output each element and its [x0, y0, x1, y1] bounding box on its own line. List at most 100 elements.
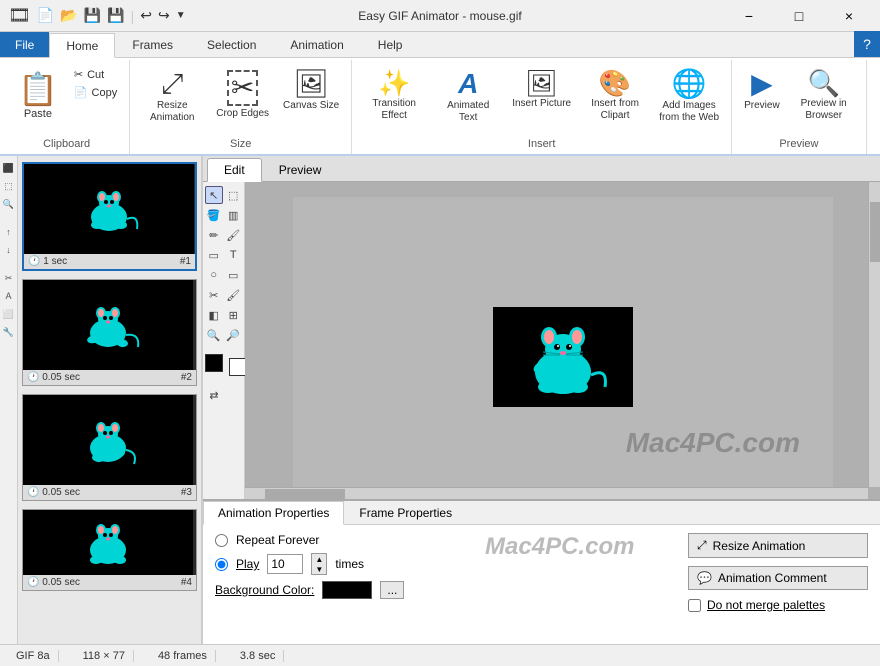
swap-colors-btn[interactable]: ⇄ [205, 386, 223, 404]
status-format: GIF 8a [8, 650, 59, 662]
pattern-tool[interactable]: ⊞ [225, 306, 243, 324]
canvas-viewport[interactable]: Mac4PC.com [245, 182, 880, 499]
tab-frame-props[interactable]: Frame Properties [344, 501, 467, 524]
resize-animation-label: Resize Animation [142, 100, 202, 124]
tab-selection[interactable]: Selection [190, 32, 273, 57]
redo-icon[interactable]: ↪ [158, 7, 170, 24]
resize-animation-button[interactable]: ⤢ Resize Animation [136, 66, 208, 128]
resize-animation-icon: ⤢ [161, 70, 183, 98]
transition-label: Transition Effect [364, 98, 424, 122]
eraser-tool[interactable]: ▭ [225, 266, 243, 284]
transition-icon: ✨ [378, 70, 410, 96]
prop-right: ⤢ Resize Animation 💬 Animation Comment D… [688, 533, 868, 612]
toolbar-icon-6[interactable]: ⬜ [1, 306, 17, 322]
help-icon[interactable]: ? [854, 31, 880, 57]
horizontal-scrollbar[interactable] [245, 487, 868, 499]
frame-2-footer: 🕐 0.05 sec #2 [23, 370, 196, 385]
save2-icon[interactable]: 💾 [107, 7, 124, 24]
open-icon[interactable]: 📂 [60, 7, 77, 24]
do-not-merge-row: Do not merge palettes [688, 598, 868, 612]
toolbar-down-icon[interactable]: ↓ [1, 242, 17, 258]
save-icon[interactable]: 💾 [84, 7, 101, 24]
brush-tool[interactable]: 🖌 [225, 226, 243, 244]
frame-item-4[interactable]: 🕐 0.05 sec #4 [22, 509, 197, 591]
ellipse-tool[interactable]: ○ [205, 266, 223, 284]
stamp-tool[interactable]: ◧ [205, 306, 223, 324]
tab-frames[interactable]: Frames [115, 32, 190, 57]
swap-colors[interactable]: ⇄ [205, 386, 242, 404]
tab-animation[interactable]: Animation [273, 32, 360, 57]
canvas-with-tools: ↖ ⬚ 🪣 ▥ ✏ 🖌 ▭ T ○ ▭ [203, 182, 880, 499]
tab-animation-props[interactable]: Animation Properties [203, 501, 344, 525]
foreground-color[interactable] [205, 354, 223, 372]
toolbar-icon-4[interactable]: ✂ [1, 270, 17, 286]
close-button[interactable]: × [826, 0, 872, 32]
animation-comment-icon: 💬 [697, 571, 712, 585]
cut-label: Cut [87, 69, 104, 81]
color-tools [205, 354, 242, 372]
spinner-up[interactable]: ▲ [312, 554, 326, 564]
frame-canvas-3 [23, 395, 193, 485]
undo-icon[interactable]: ↩ [140, 7, 152, 24]
background-color[interactable] [229, 358, 247, 376]
video-buttons: 🎬 Create from Video [873, 62, 880, 135]
fill-tool[interactable]: 🪣 [205, 206, 223, 224]
text-tool[interactable]: T [225, 246, 243, 264]
toolbar-up-icon[interactable]: ↑ [1, 224, 17, 240]
add-images-web-button[interactable]: 🌐 Add Images from the Web [653, 66, 725, 128]
spinner-down[interactable]: ▼ [312, 564, 326, 574]
resize-animation-prop-button[interactable]: ⤢ Resize Animation [688, 533, 868, 558]
app-icon: 🎞 [8, 5, 31, 26]
zoom-in-tool[interactable]: 🔍 [205, 326, 223, 344]
ribbon-video-section: 🎬 Create from Video Video [867, 60, 880, 154]
frame-item-1[interactable]: 🕐 1 sec #1 [22, 162, 197, 271]
tab-file[interactable]: File [0, 32, 49, 57]
pencil-tool[interactable]: ✏ [205, 226, 223, 244]
new-icon[interactable]: 📄 [37, 7, 54, 24]
dropdown-icon[interactable]: ▼ [176, 10, 186, 21]
frame-item-3[interactable]: 🕐 0.05 sec #3 [22, 394, 197, 501]
insert-buttons: ✨ Transition Effect A Animated Text 🖼 In… [358, 62, 725, 135]
animation-comment-button[interactable]: 💬 Animation Comment [688, 566, 868, 590]
create-video-button[interactable]: 🎬 Create from Video [873, 66, 880, 126]
toolbar-icon-7[interactable]: 🔧 [1, 324, 17, 340]
vertical-scrollbar[interactable] [868, 182, 880, 487]
do-not-merge-checkbox[interactable] [688, 599, 701, 612]
frame-1-time: 🕐 1 sec [28, 256, 67, 267]
bg-color-swatch[interactable] [322, 581, 372, 599]
cut-button[interactable]: ✂ Cut [68, 66, 123, 83]
canvas-size-button[interactable]: 🖼 Canvas Size [277, 66, 345, 116]
marquee-tool[interactable]: ⬚ [225, 186, 243, 204]
transition-button[interactable]: ✨ Transition Effect [358, 66, 430, 126]
animated-text-button[interactable]: A Animated Text [432, 66, 504, 128]
color-pick-tool[interactable]: ▥ [225, 206, 243, 224]
preview-button[interactable]: ▶ Preview [738, 66, 786, 116]
minimize-button[interactable]: − [726, 0, 772, 32]
tab-help[interactable]: Help [361, 32, 420, 57]
select-tool[interactable]: ↖ [205, 186, 223, 204]
recolor-tool[interactable]: 🖌 [225, 286, 243, 304]
repeat-forever-radio[interactable] [215, 534, 228, 547]
tab-preview[interactable]: Preview [262, 158, 339, 181]
paste-icon: 📋 [18, 70, 58, 108]
preview-browser-button[interactable]: 🔍 Preview in Browser [788, 66, 860, 126]
clone-tool[interactable]: ✂ [205, 286, 223, 304]
toolbar-icon-2[interactable]: ⬚ [1, 178, 17, 194]
tab-home[interactable]: Home [49, 33, 115, 58]
copy-button[interactable]: 📄 Copy [68, 84, 123, 101]
play-radio[interactable] [215, 558, 228, 571]
play-times-input[interactable] [267, 554, 303, 574]
insert-clipart-button[interactable]: 🎨 Insert from Clipart [579, 66, 651, 126]
zoom-out-tool[interactable]: 🔎 [225, 326, 243, 344]
tab-edit[interactable]: Edit [207, 158, 262, 182]
bg-color-more-btn[interactable]: ... [380, 581, 404, 599]
toolbar-icon-5[interactable]: A [1, 288, 17, 304]
crop-edges-button[interactable]: ✂ Crop Edges [210, 66, 275, 124]
frame-item-2[interactable]: 🕐 0.05 sec #2 [22, 279, 197, 386]
toolbar-icon-1[interactable]: ⬛ [1, 160, 17, 176]
rect-tool[interactable]: ▭ [205, 246, 223, 264]
toolbar-icon-3[interactable]: 🔍 [1, 196, 17, 212]
insert-picture-button[interactable]: 🖼 Insert Picture [506, 66, 577, 114]
maximize-button[interactable]: □ [776, 0, 822, 32]
paste-button[interactable]: 📋 Paste [10, 66, 66, 124]
